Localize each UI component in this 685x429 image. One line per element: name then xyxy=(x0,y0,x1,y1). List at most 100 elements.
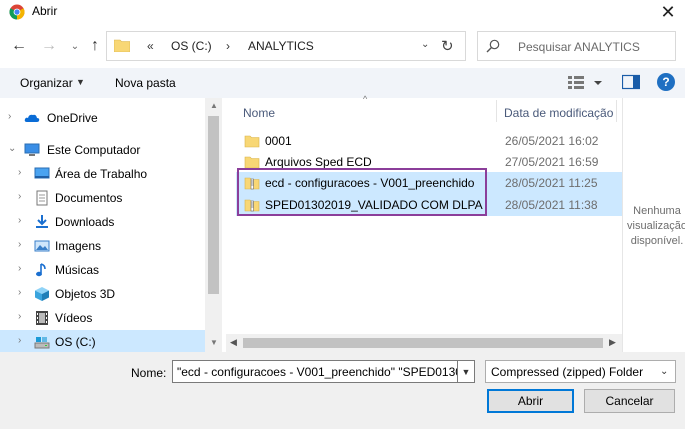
nav-label: Documentos xyxy=(55,191,123,205)
breadcrumb-separator[interactable]: › xyxy=(226,39,230,53)
cancel-button[interactable]: Cancelar xyxy=(584,389,675,413)
column-divider[interactable] xyxy=(496,100,497,122)
organize-button[interactable]: Organizar xyxy=(20,76,73,90)
breadcrumb-analytics[interactable]: ANALYTICS xyxy=(248,39,314,53)
navigation-pane: › OneDrive ⌄ Este Computador › Área de T… xyxy=(0,98,222,352)
nav-item-3d-objects[interactable]: › Objetos 3D xyxy=(0,282,205,306)
recent-locations-button[interactable]: ⌄ xyxy=(64,35,86,57)
title-bar: Abrir ✕ xyxy=(0,0,685,24)
nav-label: Este Computador xyxy=(47,143,141,157)
dialog-footer: Nome: "ecd - configuracoes - V001_preenc… xyxy=(0,352,685,429)
drive-icon xyxy=(34,337,50,349)
chevron-right-icon[interactable]: › xyxy=(18,311,28,322)
file-type-select[interactable]: Compressed (zipped) Folder ⌄ xyxy=(485,360,676,383)
file-date: 26/05/2021 16:02 xyxy=(505,134,599,148)
desktop-icon xyxy=(34,167,50,179)
chevron-down-icon[interactable]: ⌄ xyxy=(8,143,18,154)
column-header-name[interactable]: Nome xyxy=(243,106,275,120)
window-title: Abrir xyxy=(32,4,58,18)
scroll-right-icon[interactable]: ▶ xyxy=(609,337,616,348)
folder-icon xyxy=(244,135,260,148)
file-type-value: Compressed (zipped) Folder xyxy=(491,365,644,379)
file-date: 27/05/2021 16:59 xyxy=(505,155,599,169)
new-folder-button[interactable]: Nova pasta xyxy=(115,76,176,90)
column-header-date[interactable]: Data de modificação xyxy=(504,106,613,120)
scroll-left-icon[interactable]: ◀ xyxy=(230,337,237,348)
file-name-label: Nome: xyxy=(131,366,167,380)
chevron-down-icon[interactable]: ▼ xyxy=(76,77,85,87)
nav-label: Downloads xyxy=(55,215,115,229)
file-name: Arquivos Sped ECD xyxy=(265,155,372,169)
folder-icon xyxy=(114,39,130,52)
file-list: ^ Nome Data de modificação 0001 26/05/20… xyxy=(226,94,622,352)
nav-item-downloads[interactable]: › Downloads xyxy=(0,210,205,234)
nav-item-music[interactable]: › Músicas xyxy=(0,258,205,282)
computer-icon xyxy=(24,143,40,156)
chevron-right-icon[interactable]: › xyxy=(18,167,28,178)
forward-button[interactable]: → xyxy=(38,35,60,57)
nav-label: OS (C:) xyxy=(55,335,96,349)
chevron-right-icon[interactable]: › xyxy=(18,215,28,226)
file-name-input[interactable]: "ecd - configuracoes - V001_preenchido" … xyxy=(172,360,458,383)
column-divider[interactable] xyxy=(616,100,617,122)
nav-label: OneDrive xyxy=(47,111,98,125)
nav-item-os-c[interactable]: › OS (C:) xyxy=(0,330,205,352)
sort-ascending-icon: ^ xyxy=(363,94,368,104)
view-options-icon[interactable] xyxy=(568,74,604,92)
close-button[interactable]: ✕ xyxy=(651,0,685,24)
objects-3d-icon xyxy=(35,287,49,301)
toolbar: Organizar ▼ Nova pasta ? xyxy=(0,68,685,98)
refresh-icon[interactable]: ↻ xyxy=(441,37,454,55)
back-button[interactable]: ← xyxy=(8,35,30,57)
file-row[interactable]: 0001 26/05/2021 16:02 xyxy=(236,130,622,152)
breadcrumb-os-c[interactable]: OS (C:) xyxy=(171,39,212,53)
chevron-down-icon[interactable]: ⌄ xyxy=(660,366,668,377)
file-date: 28/05/2021 11:38 xyxy=(505,198,598,212)
videos-icon xyxy=(36,311,48,325)
scroll-up-icon[interactable]: ▲ xyxy=(210,101,218,110)
chevron-right-icon[interactable]: › xyxy=(18,335,28,346)
preview-pane-icon[interactable] xyxy=(622,74,640,90)
chevron-down-icon[interactable]: ⌄ xyxy=(421,39,429,50)
preview-message: Nenhuma visualização disponível. xyxy=(627,205,685,247)
nav-item-documents[interactable]: › Documentos xyxy=(0,186,205,210)
search-input[interactable]: Pesquisar ANALYTICS xyxy=(477,31,676,61)
nav-item-videos[interactable]: › Vídeos xyxy=(0,306,205,330)
scroll-down-icon[interactable]: ▼ xyxy=(210,338,218,347)
nav-scroll-thumb[interactable] xyxy=(208,116,219,294)
address-bar[interactable]: « OS (C:) › ANALYTICS ⌄ ↻ xyxy=(106,31,466,61)
documents-icon xyxy=(36,190,48,206)
nav-item-desktop[interactable]: › Área de Trabalho xyxy=(0,162,205,186)
nav-label: Vídeos xyxy=(55,311,93,325)
search-icon xyxy=(486,39,500,53)
nav-label: Músicas xyxy=(55,263,100,277)
chevron-right-icon[interactable]: › xyxy=(18,191,28,202)
horizontal-scrollbar[interactable]: ◀ ▶ xyxy=(226,334,622,352)
file-name: 0001 xyxy=(265,134,292,148)
search-placeholder: Pesquisar ANALYTICS xyxy=(518,40,640,54)
chrome-icon xyxy=(9,4,25,20)
nav-item-this-pc[interactable]: ⌄ Este Computador xyxy=(0,138,205,162)
nav-item-onedrive[interactable]: › OneDrive xyxy=(0,106,205,130)
chevron-right-icon[interactable]: › xyxy=(18,239,28,250)
nav-item-pictures[interactable]: › Imagens xyxy=(0,234,205,258)
help-icon[interactable]: ? xyxy=(657,73,675,91)
file-name-dropdown[interactable]: ▼ xyxy=(458,360,475,383)
up-button[interactable]: ↑ xyxy=(84,35,106,57)
chevron-right-icon[interactable]: › xyxy=(8,111,18,122)
selection-highlight-box xyxy=(237,168,487,216)
chevron-right-icon[interactable]: › xyxy=(18,287,28,298)
music-icon xyxy=(36,263,46,277)
nav-scrollbar[interactable]: ▲ ▼ xyxy=(205,98,222,352)
nav-label: Imagens xyxy=(55,239,102,253)
open-button[interactable]: Abrir xyxy=(487,389,574,413)
file-date: 28/05/2021 11:25 xyxy=(505,176,598,190)
nav-label: Área de Trabalho xyxy=(55,167,148,181)
chevron-right-icon[interactable]: › xyxy=(18,263,28,274)
overflow-chevron[interactable]: « xyxy=(147,39,154,53)
onedrive-cloud-icon xyxy=(24,114,40,122)
downloads-icon xyxy=(36,215,48,228)
preview-pane: Nenhuma visualização disponível. xyxy=(622,98,685,352)
pictures-icon xyxy=(34,240,50,252)
horizontal-scroll-thumb[interactable] xyxy=(243,338,603,348)
